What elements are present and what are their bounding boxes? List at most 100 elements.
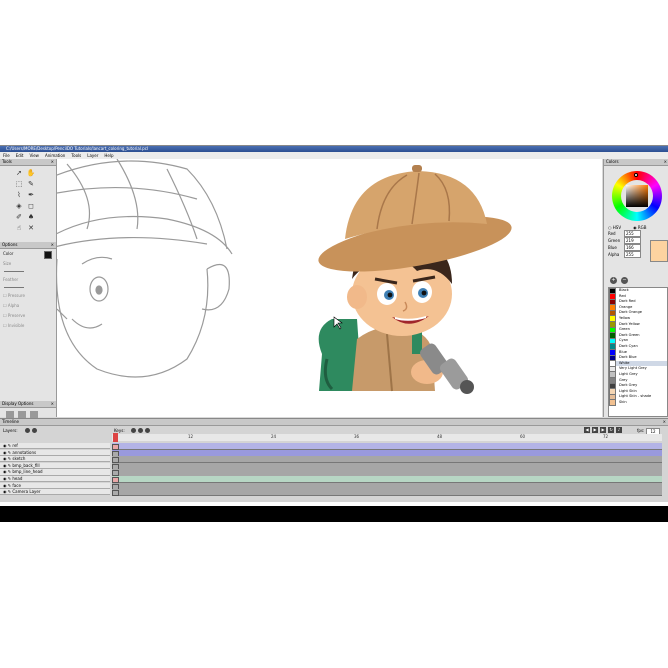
layer-name-label: bmp_line_head <box>12 469 43 475</box>
menu-help[interactable]: Help <box>103 152 114 159</box>
remove-color-icon[interactable]: − <box>621 277 628 284</box>
remove-key-icon[interactable] <box>138 428 143 433</box>
menu-layer[interactable]: Layer <box>86 152 99 159</box>
add-color-icon[interactable]: + <box>610 277 617 284</box>
alpha-spinbox[interactable]: 255 <box>624 251 641 258</box>
layer-visibility-icon[interactable]: ◉ ✎ <box>3 443 12 448</box>
smudge-tool-icon[interactable]: ☝ <box>14 224 24 233</box>
clear-tool-icon[interactable]: ✕ <box>26 224 36 233</box>
left-dock: Tools × ➚ ✋ ⬚ ✎ ⌇ ✒ ◈ ◻ ✐ ♠ ☝ ✕ Options × … <box>0 159 57 418</box>
red-label: Red <box>608 231 616 236</box>
feather-label: Feather <box>3 277 19 282</box>
saturation-value-square[interactable] <box>625 185 648 207</box>
layer-row[interactable]: ◉ ✎ face <box>0 482 662 490</box>
layer-visibility-icon[interactable]: ◉ ✎ <box>3 469 12 474</box>
next-frame-icon[interactable]: ▶ <box>600 427 606 433</box>
playhead[interactable] <box>113 433 118 442</box>
layer-name[interactable]: ◉ ✎ Camera Layer <box>0 489 110 496</box>
polyline-tool-icon[interactable]: ⌇ <box>14 191 24 200</box>
blue-label: Blue <box>608 245 617 250</box>
sound-icon[interactable]: ♪ <box>616 427 622 433</box>
loop-icon[interactable]: ↻ <box>608 427 614 433</box>
eraser-tool-icon[interactable]: ◻ <box>26 202 36 211</box>
feather-slider[interactable] <box>4 287 24 288</box>
ruler-tick: 24 <box>271 434 277 439</box>
layer-name[interactable]: ◉ ✎ annotations <box>0 449 110 456</box>
layer-row[interactable]: ◉ ✎ bmp_line_head <box>0 469 662 477</box>
drawing-canvas[interactable] <box>57 159 602 417</box>
display-panel-header: Display Options × <box>0 401 56 408</box>
layer-name[interactable]: ◉ ✎ bmp_back_fill <box>0 462 110 469</box>
layer-visibility-icon[interactable]: ◉ ✎ <box>3 450 12 455</box>
layer-row[interactable]: ◉ ✎ head <box>0 476 662 484</box>
layer-visibility-icon[interactable]: ◉ ✎ <box>3 489 12 494</box>
layer-name-label: bmp_back_fill <box>12 462 40 468</box>
color-option: Color <box>0 249 56 259</box>
add-layer-icon[interactable] <box>25 428 30 433</box>
hue-picker-handle[interactable] <box>633 173 638 177</box>
ruler-tick: 12 <box>188 434 194 439</box>
select-tool-icon[interactable]: ⬚ <box>14 180 24 189</box>
color-palette-list[interactable]: Black Red Dark Red Orange Dark Orange Yellow D… <box>608 287 668 417</box>
panel-close-icon[interactable]: × <box>663 419 666 425</box>
layer-visibility-icon[interactable]: ◉ ✎ <box>3 483 12 488</box>
size-slider[interactable] <box>4 271 24 272</box>
layer-track[interactable] <box>112 489 662 497</box>
panel-close-icon[interactable]: × <box>664 159 667 165</box>
layer-visibility-icon[interactable]: ◉ ✎ <box>3 456 12 461</box>
add-key-icon[interactable] <box>131 428 136 433</box>
menu-file[interactable]: File <box>2 152 11 159</box>
pointer-tool-icon[interactable]: ➚ <box>14 169 24 178</box>
menu-view[interactable]: View <box>28 152 40 159</box>
display-grid-icon[interactable] <box>30 411 38 418</box>
current-color-swatch[interactable] <box>44 251 52 259</box>
layer-row[interactable]: ◉ ✎ Camera Layer <box>0 489 662 497</box>
layer-row[interactable]: ◉ ✎ ref <box>0 443 662 451</box>
menu-edit[interactable]: Edit <box>15 152 25 159</box>
duplicate-key-icon[interactable] <box>145 428 150 433</box>
layer-name[interactable]: ◉ ✎ bmp_line_head <box>0 469 110 476</box>
palette-swatch <box>609 399 616 406</box>
brush-tool-icon[interactable]: ♠ <box>26 213 36 222</box>
color-option-label: Color <box>3 251 14 256</box>
pressure-checkbox[interactable]: ☐ Pressure <box>0 291 56 301</box>
menu-animation[interactable]: Animation <box>44 152 66 159</box>
layer-name[interactable]: ◉ ✎ face <box>0 482 110 489</box>
layer-row[interactable]: ◉ ✎ sketch <box>0 456 662 464</box>
layer-row[interactable]: ◉ ✎ bmp_back_fill <box>0 462 662 470</box>
red-spinbox[interactable]: 255 <box>624 230 641 237</box>
palette-item[interactable]: Skin <box>609 399 667 406</box>
panel-close-icon[interactable]: × <box>51 159 54 165</box>
pencil-tool-icon[interactable]: ✎ <box>26 180 36 189</box>
panel-close-icon[interactable]: × <box>51 242 54 248</box>
play-icon[interactable]: ▶ <box>592 427 598 433</box>
frame-ruler[interactable]: 12 24 36 48 60 72 <box>112 434 662 441</box>
layer-name[interactable]: ◉ ✎ ref <box>0 443 110 450</box>
layer-visibility-icon[interactable]: ◉ ✎ <box>3 463 12 468</box>
blue-spinbox[interactable]: 166 <box>624 244 641 251</box>
layer-name[interactable]: ◉ ✎ head <box>0 476 110 483</box>
menu-tools[interactable]: Tools <box>70 152 82 159</box>
layer-visibility-icon[interactable]: ◉ ✎ <box>3 476 12 481</box>
alpha-checkbox[interactable]: ☐ Alpha <box>0 301 56 311</box>
layer-name[interactable]: ◉ ✎ sketch <box>0 456 110 463</box>
panel-close-icon[interactable]: × <box>51 401 54 407</box>
green-spinbox[interactable]: 219 <box>624 237 641 244</box>
remove-layer-icon[interactable] <box>32 428 37 433</box>
display-panel-title: Display Options <box>2 401 34 406</box>
bucket-tool-icon[interactable]: ◈ <box>14 202 24 211</box>
size-label: Size <box>3 261 12 266</box>
display-mirror-icon[interactable] <box>6 411 14 418</box>
hsv-radio[interactable]: ○ HSV <box>608 225 621 230</box>
preserve-checkbox[interactable]: ☐ Preserve <box>0 311 56 321</box>
keyframe[interactable] <box>112 490 119 497</box>
colors-panel-title: Colors <box>606 159 619 164</box>
pen-tool-icon[interactable]: ✒ <box>26 191 36 200</box>
layer-row[interactable]: ◉ ✎ annotations <box>0 449 662 457</box>
eyedropper-tool-icon[interactable]: ✐ <box>14 213 24 222</box>
display-onion-icon[interactable] <box>18 411 26 418</box>
invisible-checkbox[interactable]: ☐ Invisible <box>0 321 56 331</box>
prev-frame-icon[interactable]: ◀ <box>584 427 590 433</box>
color-wheel[interactable] <box>611 171 662 221</box>
hand-tool-icon[interactable]: ✋ <box>26 169 36 178</box>
